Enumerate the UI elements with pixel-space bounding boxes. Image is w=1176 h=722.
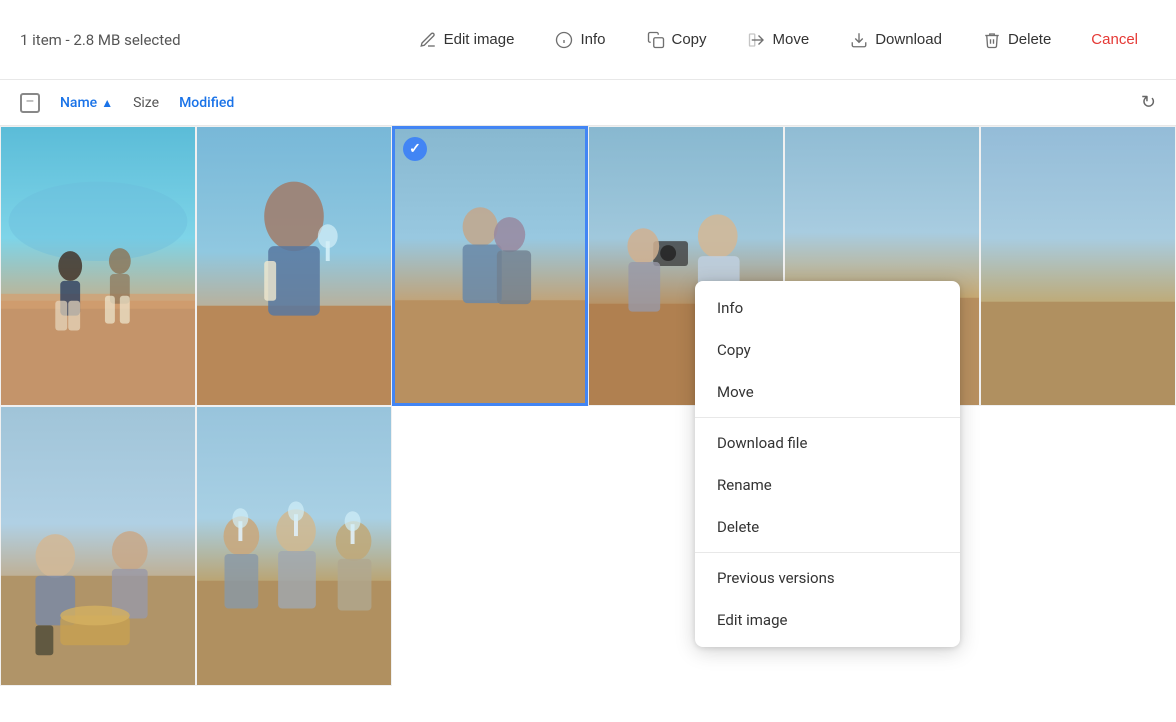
info-icon bbox=[554, 30, 574, 50]
context-menu: Info Copy Move Download file Rename Dele… bbox=[695, 281, 960, 647]
download-label: Download bbox=[875, 31, 942, 48]
edit-image-label: Edit image bbox=[444, 31, 515, 48]
context-menu-previous-versions[interactable]: Previous versions bbox=[695, 557, 960, 599]
context-menu-rename[interactable]: Rename bbox=[695, 464, 960, 506]
delete-label: Delete bbox=[1008, 31, 1051, 48]
selection-label: 1 item - 2.8 MB selected bbox=[20, 31, 181, 49]
grid-item[interactable] bbox=[196, 406, 392, 686]
toolbar-actions: Edit image Info Copy bbox=[400, 22, 1156, 58]
context-menu-info[interactable]: Info bbox=[695, 287, 960, 329]
edit-image-button[interactable]: Edit image bbox=[400, 22, 533, 58]
select-all-checkbox[interactable] bbox=[20, 93, 40, 113]
ctx-rename-label: Rename bbox=[717, 476, 772, 494]
size-column-label: Size bbox=[133, 95, 159, 111]
move-label: Move bbox=[773, 31, 810, 48]
modified-column-label: Modified bbox=[179, 95, 234, 111]
grid-item[interactable] bbox=[196, 126, 392, 406]
info-button[interactable]: Info bbox=[536, 22, 623, 58]
ctx-previous-versions-label: Previous versions bbox=[717, 569, 835, 587]
context-menu-edit-image[interactable]: Edit image bbox=[695, 599, 960, 641]
edit-image-icon bbox=[418, 30, 438, 50]
ctx-info-label: Info bbox=[717, 299, 743, 317]
delete-icon bbox=[982, 30, 1002, 50]
column-headers: Name ▲ Size Modified ↻ bbox=[0, 80, 1176, 126]
move-icon bbox=[747, 30, 767, 50]
copy-button[interactable]: Copy bbox=[628, 22, 725, 58]
toolbar: 1 item - 2.8 MB selected Edit image Inf bbox=[0, 0, 1176, 80]
sort-arrow-icon: ▲ bbox=[101, 96, 113, 110]
name-column-label: Name bbox=[60, 95, 97, 111]
context-menu-move[interactable]: Move bbox=[695, 371, 960, 413]
download-button[interactable]: Download bbox=[831, 22, 960, 58]
grid-item[interactable] bbox=[0, 406, 196, 686]
grid-item-selected[interactable] bbox=[392, 126, 588, 406]
ctx-move-label: Move bbox=[717, 383, 754, 401]
context-menu-divider-1 bbox=[695, 417, 960, 418]
main-content: Info Copy Move Download file Rename Dele… bbox=[0, 126, 1176, 722]
ctx-copy-label: Copy bbox=[717, 341, 751, 359]
grid-item[interactable] bbox=[980, 126, 1176, 406]
cancel-button[interactable]: Cancel bbox=[1073, 23, 1156, 56]
modified-column-header[interactable]: Modified bbox=[179, 95, 234, 111]
delete-button[interactable]: Delete bbox=[964, 22, 1069, 58]
grid-item[interactable] bbox=[0, 126, 196, 406]
copy-label: Copy bbox=[672, 31, 707, 48]
copy-icon bbox=[646, 30, 666, 50]
context-menu-delete[interactable]: Delete bbox=[695, 506, 960, 548]
ctx-delete-label: Delete bbox=[717, 518, 759, 536]
ctx-download-file-label: Download file bbox=[717, 434, 807, 452]
context-menu-copy[interactable]: Copy bbox=[695, 329, 960, 371]
context-menu-download-file[interactable]: Download file bbox=[695, 422, 960, 464]
refresh-button[interactable]: ↻ bbox=[1141, 92, 1156, 113]
context-menu-divider-2 bbox=[695, 552, 960, 553]
ctx-edit-image-label: Edit image bbox=[717, 611, 787, 629]
cancel-label: Cancel bbox=[1091, 31, 1138, 48]
name-column-header[interactable]: Name ▲ bbox=[60, 95, 113, 111]
download-icon bbox=[849, 30, 869, 50]
move-button[interactable]: Move bbox=[729, 22, 828, 58]
info-label: Info bbox=[580, 31, 605, 48]
image-grid bbox=[0, 126, 1176, 686]
selection-checkmark bbox=[403, 137, 427, 161]
size-column-header[interactable]: Size bbox=[133, 95, 159, 111]
